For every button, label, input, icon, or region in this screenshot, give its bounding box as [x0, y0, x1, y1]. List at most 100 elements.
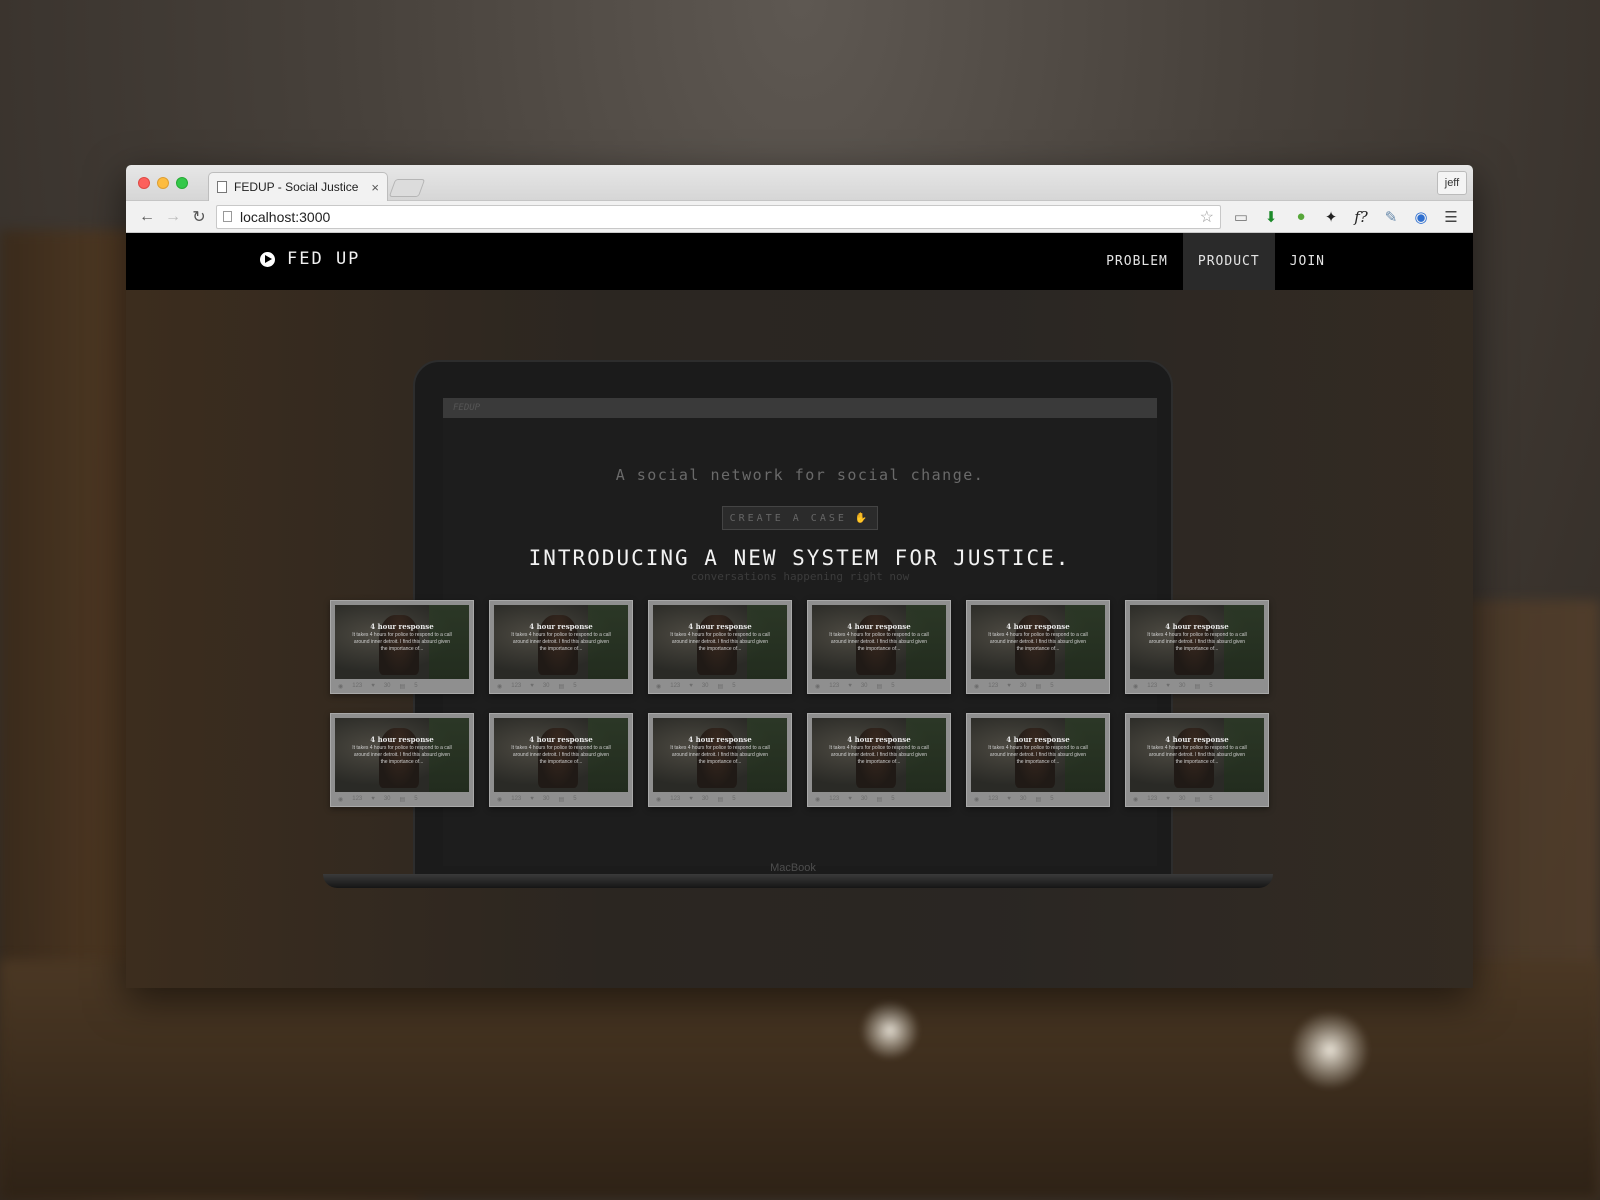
views-icon: ◉: [974, 683, 980, 690]
case-thumbnail: 4 hour response It takes 4 hours for poli…: [1130, 605, 1264, 679]
case-card[interactable]: 4 hour response It takes 4 hours for poli…: [648, 713, 792, 807]
heart-icon: ♥: [530, 796, 534, 802]
case-thumbnail: 4 hour response It takes 4 hours for poli…: [971, 718, 1105, 792]
mini-tagline: A social network for social change.: [615, 466, 985, 484]
site-navbar: FED UP PROBLEM PRODUCT JOIN: [126, 233, 1473, 290]
views-icon: ◉: [338, 796, 344, 803]
url-text[interactable]: localhost:3000: [240, 209, 1200, 225]
case-stats: ◉ 123 ♥ 30 ▤ 5: [971, 792, 1105, 806]
heart-icon: ♥: [371, 796, 375, 802]
function-icon[interactable]: f?: [1351, 207, 1371, 227]
views-icon: ◉: [1133, 683, 1139, 690]
likes-count: 30: [860, 796, 868, 802]
address-bar[interactable]: localhost:3000 ☆: [216, 204, 1221, 229]
case-title: 4 hour response: [847, 622, 911, 631]
case-card[interactable]: 4 hour response It takes 4 hours for poli…: [489, 600, 633, 694]
case-excerpt: It takes 4 hours for police to respond t…: [511, 632, 611, 652]
views-count: 123: [352, 796, 363, 802]
comments-count: 5: [414, 796, 418, 802]
views-count: 123: [1147, 796, 1158, 802]
case-excerpt: It takes 4 hours for police to respond t…: [829, 632, 929, 652]
reload-icon[interactable]: ↻: [186, 207, 212, 227]
close-window-button[interactable]: [138, 177, 150, 189]
profile-button[interactable]: jeff: [1437, 171, 1467, 195]
case-title: 4 hour response: [529, 622, 593, 631]
bookmark-star-icon[interactable]: ☆: [1200, 207, 1214, 227]
comments-count: 5: [1209, 796, 1213, 802]
eye-icon[interactable]: ◉: [1411, 207, 1431, 227]
case-thumbnail: 4 hour response It takes 4 hours for poli…: [494, 718, 628, 792]
case-thumbnail: 4 hour response It takes 4 hours for poli…: [653, 605, 787, 679]
hamburger-menu-icon[interactable]: ☰: [1441, 207, 1461, 227]
comment-icon: ▤: [876, 796, 883, 803]
case-card[interactable]: 4 hour response It takes 4 hours for poli…: [330, 600, 474, 694]
views-icon: ◉: [815, 683, 821, 690]
heart-icon: ♥: [689, 796, 693, 802]
case-excerpt: It takes 4 hours for police to respond t…: [988, 745, 1088, 765]
minimize-window-button[interactable]: [157, 177, 169, 189]
heart-icon: ♥: [1166, 683, 1170, 689]
case-title: 4 hour response: [688, 622, 752, 631]
likes-count: 30: [383, 796, 391, 802]
cast-icon[interactable]: ▭: [1231, 207, 1251, 227]
case-card[interactable]: 4 hour response It takes 4 hours for poli…: [807, 713, 951, 807]
extension-icons: ▭ ⬇ ● ✦ f? ✎ ◉ ☰: [1227, 207, 1465, 227]
case-stats: ◉ 123 ♥ 30 ▤ 5: [971, 679, 1105, 693]
browser-tab-bar: FEDUP - Social Justice × jeff: [126, 165, 1473, 201]
case-card[interactable]: 4 hour response It takes 4 hours for poli…: [330, 713, 474, 807]
case-card[interactable]: 4 hour response It takes 4 hours for poli…: [648, 600, 792, 694]
eyedropper-icon[interactable]: ✎: [1381, 207, 1401, 227]
case-card[interactable]: 4 hour response It takes 4 hours for poli…: [489, 713, 633, 807]
case-card[interactable]: 4 hour response It takes 4 hours for poli…: [807, 600, 951, 694]
case-card[interactable]: 4 hour response It takes 4 hours for poli…: [1125, 600, 1269, 694]
case-card[interactable]: 4 hour response It takes 4 hours for poli…: [1125, 713, 1269, 807]
nav-product[interactable]: PRODUCT: [1182, 233, 1275, 290]
nav-problem[interactable]: PROBLEM: [1091, 233, 1183, 290]
browser-tab[interactable]: FEDUP - Social Justice ×: [208, 172, 388, 201]
heart-icon: ♥: [371, 683, 375, 689]
likes-count: 30: [542, 796, 550, 802]
case-title: 4 hour response: [1006, 622, 1070, 631]
nav-join[interactable]: JOIN: [1275, 233, 1340, 290]
case-thumbnail: 4 hour response It takes 4 hours for poli…: [971, 605, 1105, 679]
heart-icon: ♥: [689, 683, 693, 689]
comment-icon: ▤: [717, 796, 724, 803]
case-thumbnail: 4 hour response It takes 4 hours for poli…: [335, 718, 469, 792]
heart-icon: ♥: [530, 683, 534, 689]
likes-count: 30: [701, 683, 709, 689]
download-icon[interactable]: ⬇: [1261, 207, 1281, 227]
case-card[interactable]: 4 hour response It takes 4 hours for poli…: [966, 600, 1110, 694]
tab-close-icon[interactable]: ×: [371, 180, 379, 195]
page-info-icon[interactable]: [223, 211, 232, 222]
case-stats: ◉ 123 ♥ 30 ▤ 5: [494, 679, 628, 693]
views-icon: ◉: [656, 796, 662, 803]
brand-name: FED UP: [287, 249, 361, 269]
mini-site-navbar: FEDUP: [443, 398, 1157, 418]
heart-icon: ♥: [848, 683, 852, 689]
back-arrow-icon[interactable]: ←: [134, 208, 160, 226]
new-tab-button[interactable]: [388, 179, 426, 197]
comment-icon: ▤: [1035, 683, 1042, 690]
views-icon: ◉: [497, 796, 503, 803]
case-thumbnail: 4 hour response It takes 4 hours for poli…: [1130, 718, 1264, 792]
heart-icon: ♥: [1166, 796, 1170, 802]
comment-icon: ▤: [1194, 796, 1201, 803]
comment-icon: ▤: [1194, 683, 1201, 690]
create-case-button: CREATE A CASE ✋: [722, 506, 878, 530]
floor: [0, 960, 1600, 1200]
views-icon: ◉: [338, 683, 344, 690]
views-count: 123: [1147, 683, 1158, 689]
case-thumbnail: 4 hour response It takes 4 hours for poli…: [812, 605, 946, 679]
views-count: 123: [670, 683, 681, 689]
views-count: 123: [829, 796, 840, 802]
forward-arrow-icon[interactable]: →: [160, 208, 186, 226]
case-card[interactable]: 4 hour response It takes 4 hours for poli…: [966, 713, 1110, 807]
maximize-window-button[interactable]: [176, 177, 188, 189]
bird-icon[interactable]: ✦: [1321, 207, 1341, 227]
tab-title: FEDUP - Social Justice: [234, 180, 359, 194]
site-logo[interactable]: FED UP: [260, 249, 360, 269]
views-icon: ◉: [815, 796, 821, 803]
likes-count: 30: [1019, 796, 1027, 802]
evernote-icon[interactable]: ●: [1291, 207, 1311, 227]
views-icon: ◉: [1133, 796, 1139, 803]
